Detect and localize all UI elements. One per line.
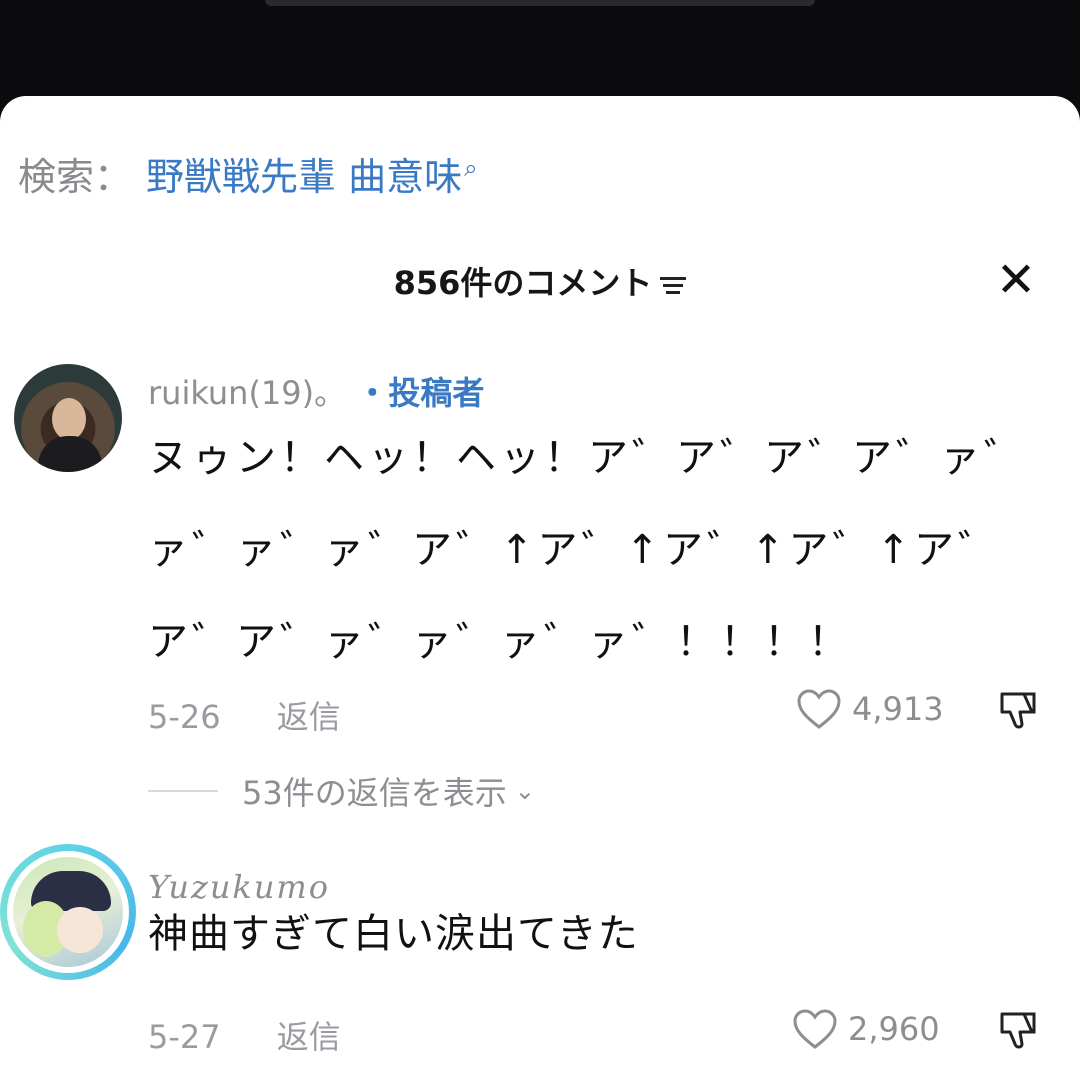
search-label: 検索： — [18, 155, 133, 199]
chevron-down-icon[interactable]: ⌄ — [515, 777, 535, 805]
comment-line: ア゛ア゛ァ゛ァ゛ァ゛ァ゛！！！！ — [148, 619, 852, 665]
search-icon[interactable]: ⌕ — [464, 154, 477, 182]
comment-date: 5-26 — [148, 698, 221, 736]
comment-line: ヌゥン！ヘッ！ヘッ！ア゛ア゛ア゛ア゛ァ゛ — [148, 435, 1028, 481]
sort-icon[interactable] — [660, 273, 687, 298]
comment-username[interactable]: ruikun(19)。 — [148, 374, 346, 412]
comment-text: 神曲すぎて白い涙出てきた — [148, 911, 639, 957]
close-icon[interactable]: ✕ — [992, 256, 1040, 304]
thumbs-down-icon[interactable] — [996, 1008, 1040, 1052]
comment-username[interactable]: Yuzukumo — [148, 868, 330, 906]
creator-badge: ・投稿者 — [356, 374, 485, 412]
reply-button[interactable]: 返信 — [277, 1018, 341, 1056]
comment-line: ァ゛ァ゛ァ゛ア゛↑ア゛↑ア゛↑ア゛↑ア゛ — [148, 527, 1003, 573]
search-suggestion[interactable]: 検索： 野獣戦先輩 曲意味 ⌕ — [18, 146, 478, 201]
comment-date: 5-27 — [148, 1018, 221, 1056]
comment-meta: 5-26 返信 — [148, 692, 341, 738]
heart-icon[interactable] — [792, 1008, 838, 1050]
top-notch — [265, 0, 815, 6]
avatar[interactable] — [14, 364, 122, 472]
comment-username-row: ruikun(19)。 ・投稿者 — [148, 368, 484, 414]
comments-header: 856件のコメント — [0, 258, 1080, 304]
comment-count-title: 856件のコメント — [393, 264, 653, 302]
view-replies-button[interactable]: 53件の返信を表示 ⌄ — [148, 768, 535, 814]
like-button[interactable]: 4,913 — [796, 688, 944, 730]
search-query-link[interactable]: 野獣戦先輩 曲意味 — [146, 146, 462, 201]
divider-line — [148, 790, 218, 792]
reply-button[interactable]: 返信 — [277, 698, 341, 736]
heart-icon[interactable] — [796, 688, 842, 730]
like-button[interactable]: 2,960 — [792, 1008, 940, 1050]
comment-text: ヌゥン！ヘッ！ヘッ！ア゛ア゛ア゛ア゛ァ゛ ァ゛ァ゛ァ゛ア゛↑ア゛↑ア゛↑ア゛↑ア… — [148, 412, 1048, 688]
comments-sheet: 検索： 野獣戦先輩 曲意味 ⌕ 856件のコメント ✕ ruikun(19)。 … — [0, 96, 1080, 1080]
comment-meta: 5-27 返信 — [148, 1012, 341, 1058]
avatar[interactable] — [0, 844, 136, 980]
thumbs-down-icon[interactable] — [996, 688, 1040, 732]
like-count: 4,913 — [852, 690, 944, 728]
like-count: 2,960 — [848, 1010, 940, 1048]
view-replies-label[interactable]: 53件の返信を表示 — [242, 768, 507, 814]
